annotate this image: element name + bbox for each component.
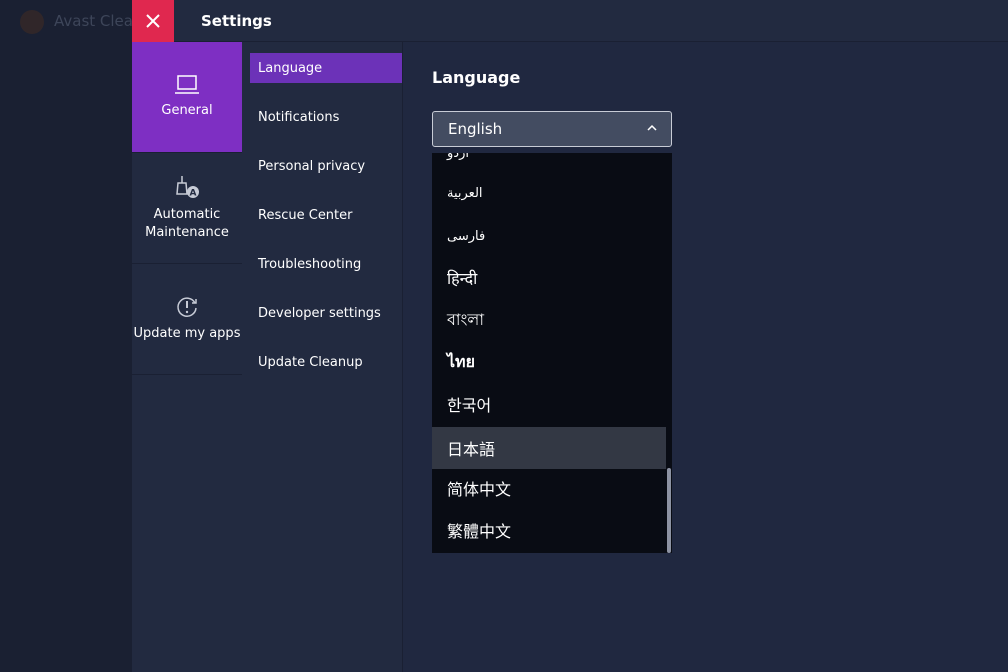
secondary-nav: Language Notifications Personal privacy …	[242, 42, 403, 672]
language-option-korean[interactable]: 한국어	[432, 383, 666, 425]
language-select[interactable]: English	[432, 111, 672, 147]
language-option-urdu[interactable]: اردو	[432, 153, 666, 174]
close-icon	[146, 14, 160, 28]
avast-logo-icon	[20, 10, 44, 34]
tab-troubleshooting[interactable]: Troubleshooting	[250, 249, 402, 279]
tab-personal-privacy[interactable]: Personal privacy	[250, 151, 402, 181]
laptop-icon	[175, 75, 199, 94]
dropdown-scrollbar[interactable]	[666, 153, 672, 553]
primary-nav: General A Automatic Maintenance Update m…	[132, 42, 242, 672]
update-alert-icon	[177, 297, 197, 317]
page-title: Settings	[201, 12, 272, 30]
tab-developer-settings[interactable]: Developer settings	[250, 298, 402, 328]
nav-general[interactable]: General	[132, 42, 242, 153]
background-app-window: Avast Cleanup	[0, 0, 162, 672]
nav-general-label: General	[161, 103, 213, 118]
close-button[interactable]	[132, 0, 174, 42]
tab-notifications[interactable]: Notifications	[250, 102, 402, 132]
nav-update-my-apps[interactable]: Update my apps	[132, 264, 242, 375]
nav-automatic-maintenance-label: Automatic Maintenance	[145, 207, 229, 240]
language-option-chinese-traditional[interactable]: 繁體中文	[432, 509, 666, 551]
tab-language[interactable]: Language	[250, 53, 402, 83]
language-option-thai[interactable]: ไทย	[432, 341, 666, 383]
language-select-value: English	[448, 120, 503, 138]
nav-automatic-maintenance[interactable]: A Automatic Maintenance	[132, 153, 242, 264]
language-dropdown-list[interactable]: اردو العربية فارسی हिन्दी বাংলা ไทย 한국어 …	[432, 153, 672, 553]
svg-text:A: A	[190, 189, 197, 199]
nav-update-my-apps-label: Update my apps	[133, 326, 241, 341]
chevron-up-icon	[647, 124, 657, 131]
broom-auto-icon: A	[176, 176, 199, 199]
language-option-hindi[interactable]: हिन्दी	[432, 257, 666, 299]
language-option-farsi[interactable]: فارسی	[432, 215, 666, 257]
dropdown-scrollbar-thumb[interactable]	[667, 468, 671, 553]
tab-update-cleanup[interactable]: Update Cleanup	[250, 347, 402, 377]
language-option-chinese-simplified[interactable]: 简体中文	[432, 467, 666, 509]
language-option-arabic[interactable]: العربية	[432, 172, 666, 214]
language-option-bengali[interactable]: বাংলা	[432, 299, 666, 341]
language-option-japanese[interactable]: 日本語	[432, 427, 666, 469]
tab-rescue-center[interactable]: Rescue Center	[250, 200, 402, 230]
language-heading: Language	[432, 68, 521, 87]
